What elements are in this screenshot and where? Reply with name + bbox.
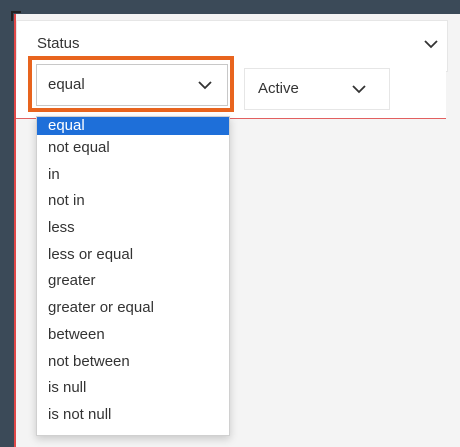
option-not-between[interactable]: not between bbox=[37, 349, 229, 376]
option-not-equal[interactable]: not equal bbox=[37, 135, 229, 162]
option-not-in[interactable]: not in bbox=[37, 188, 229, 215]
operator-dropdown: equal not equal in not in less less or e… bbox=[36, 116, 230, 436]
chevron-down-icon bbox=[424, 40, 438, 49]
value-select-value: Active bbox=[258, 80, 299, 97]
option-greater[interactable]: greater bbox=[37, 268, 229, 295]
value-select[interactable]: Active bbox=[244, 68, 390, 110]
option-greater-or-equal[interactable]: greater or equal bbox=[37, 295, 229, 322]
focus-highlight bbox=[28, 56, 234, 112]
option-less[interactable]: less bbox=[37, 215, 229, 242]
option-equal[interactable]: equal bbox=[37, 117, 229, 135]
chevron-down-icon bbox=[352, 85, 366, 94]
field-select-value: Status bbox=[37, 35, 80, 52]
option-in[interactable]: in bbox=[37, 162, 229, 189]
option-is-not-null[interactable]: is not null bbox=[37, 402, 229, 429]
option-is-null[interactable]: is null bbox=[37, 375, 229, 402]
option-between[interactable]: between bbox=[37, 322, 229, 349]
option-less-or-equal[interactable]: less or equal bbox=[37, 242, 229, 269]
operator-options: equal not equal in not in less less or e… bbox=[37, 117, 229, 429]
